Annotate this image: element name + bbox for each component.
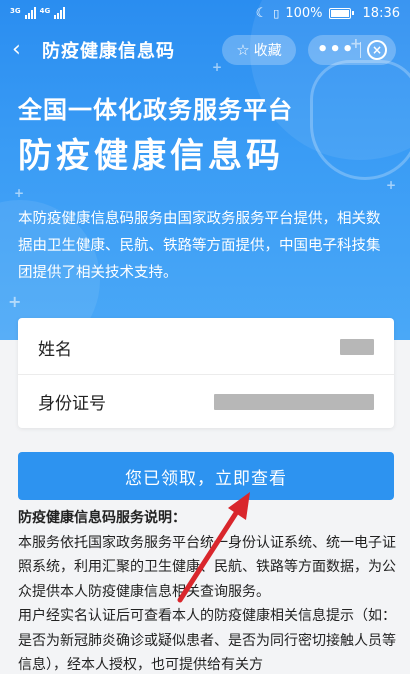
- id-label: 身份证号: [38, 394, 106, 414]
- star-icon: ☆: [236, 41, 250, 59]
- health-code-title: 防疫健康信息码: [18, 136, 284, 176]
- nav-bar: ‹ 防疫健康信息码 ☆ 收藏 ••• ×: [0, 30, 410, 70]
- more-icon[interactable]: •••: [317, 41, 355, 59]
- identity-card: 姓名 身份证号: [18, 318, 394, 428]
- id-row: 身份证号: [18, 374, 394, 428]
- service-description: 本防疫健康信息码服务由国家政务服务平台提供，相关数据由卫生健康、民航、铁路等方面…: [18, 211, 381, 281]
- name-row: 姓名: [18, 320, 394, 374]
- network-type-2: 4G: [39, 7, 51, 15]
- decor-cross-icon: +: [386, 178, 397, 192]
- battery-percent: 100%: [285, 5, 323, 21]
- network-type-1: 3G: [10, 7, 21, 15]
- explanation-paragraph-1: 本服务依托国家政务服务平台统一身份认证系统、统一电子证照系统，利用汇聚的卫生健康…: [18, 534, 396, 600]
- hero-banner: + + + + + 3G 4G ☾ ▯ 100% 18:36 ‹ 防疫健康信息码…: [0, 0, 410, 340]
- battery-icon: [328, 7, 354, 19]
- page-title: 防疫健康信息码: [42, 41, 175, 62]
- platform-title: 全国一体化政务服务平台: [18, 96, 293, 124]
- status-bar: 3G 4G ☾ ▯ 100% 18:36: [0, 0, 410, 26]
- id-value-redacted: [214, 393, 374, 410]
- view-health-code-button[interactable]: 您已领取，立即查看: [18, 452, 394, 500]
- mask-illustration: [310, 60, 410, 180]
- decor-cross-icon: +: [8, 292, 22, 311]
- capsule-divider: [360, 42, 362, 58]
- collect-button[interactable]: ☆ 收藏: [222, 35, 296, 65]
- explanation-paragraph-2: 用户经实名认证后可查看本人的防疫健康相关信息提示（如：是否为新冠肺炎确诊或疑似患…: [18, 608, 396, 673]
- collect-label: 收藏: [253, 43, 282, 59]
- decor-cross-icon: +: [14, 186, 25, 200]
- status-time: 18:36: [362, 5, 400, 21]
- close-icon[interactable]: ×: [367, 40, 388, 60]
- name-label: 姓名: [38, 339, 72, 360]
- name-value-redacted: [340, 339, 374, 355]
- signal-icon: [54, 7, 66, 19]
- vibrate-icon: ▯: [273, 6, 280, 20]
- mini-program-capsule: ••• ×: [308, 35, 396, 65]
- signal-icon: [24, 7, 36, 19]
- back-arrow-icon[interactable]: ‹: [12, 39, 42, 61]
- moon-icon: ☾: [255, 5, 268, 21]
- service-explanation: 防疫健康信息码服务说明： 本服务依托国家政务服务平台统一身份认证系统、统一电子证…: [18, 506, 398, 674]
- explanation-title: 防疫健康信息码服务说明：: [18, 510, 186, 526]
